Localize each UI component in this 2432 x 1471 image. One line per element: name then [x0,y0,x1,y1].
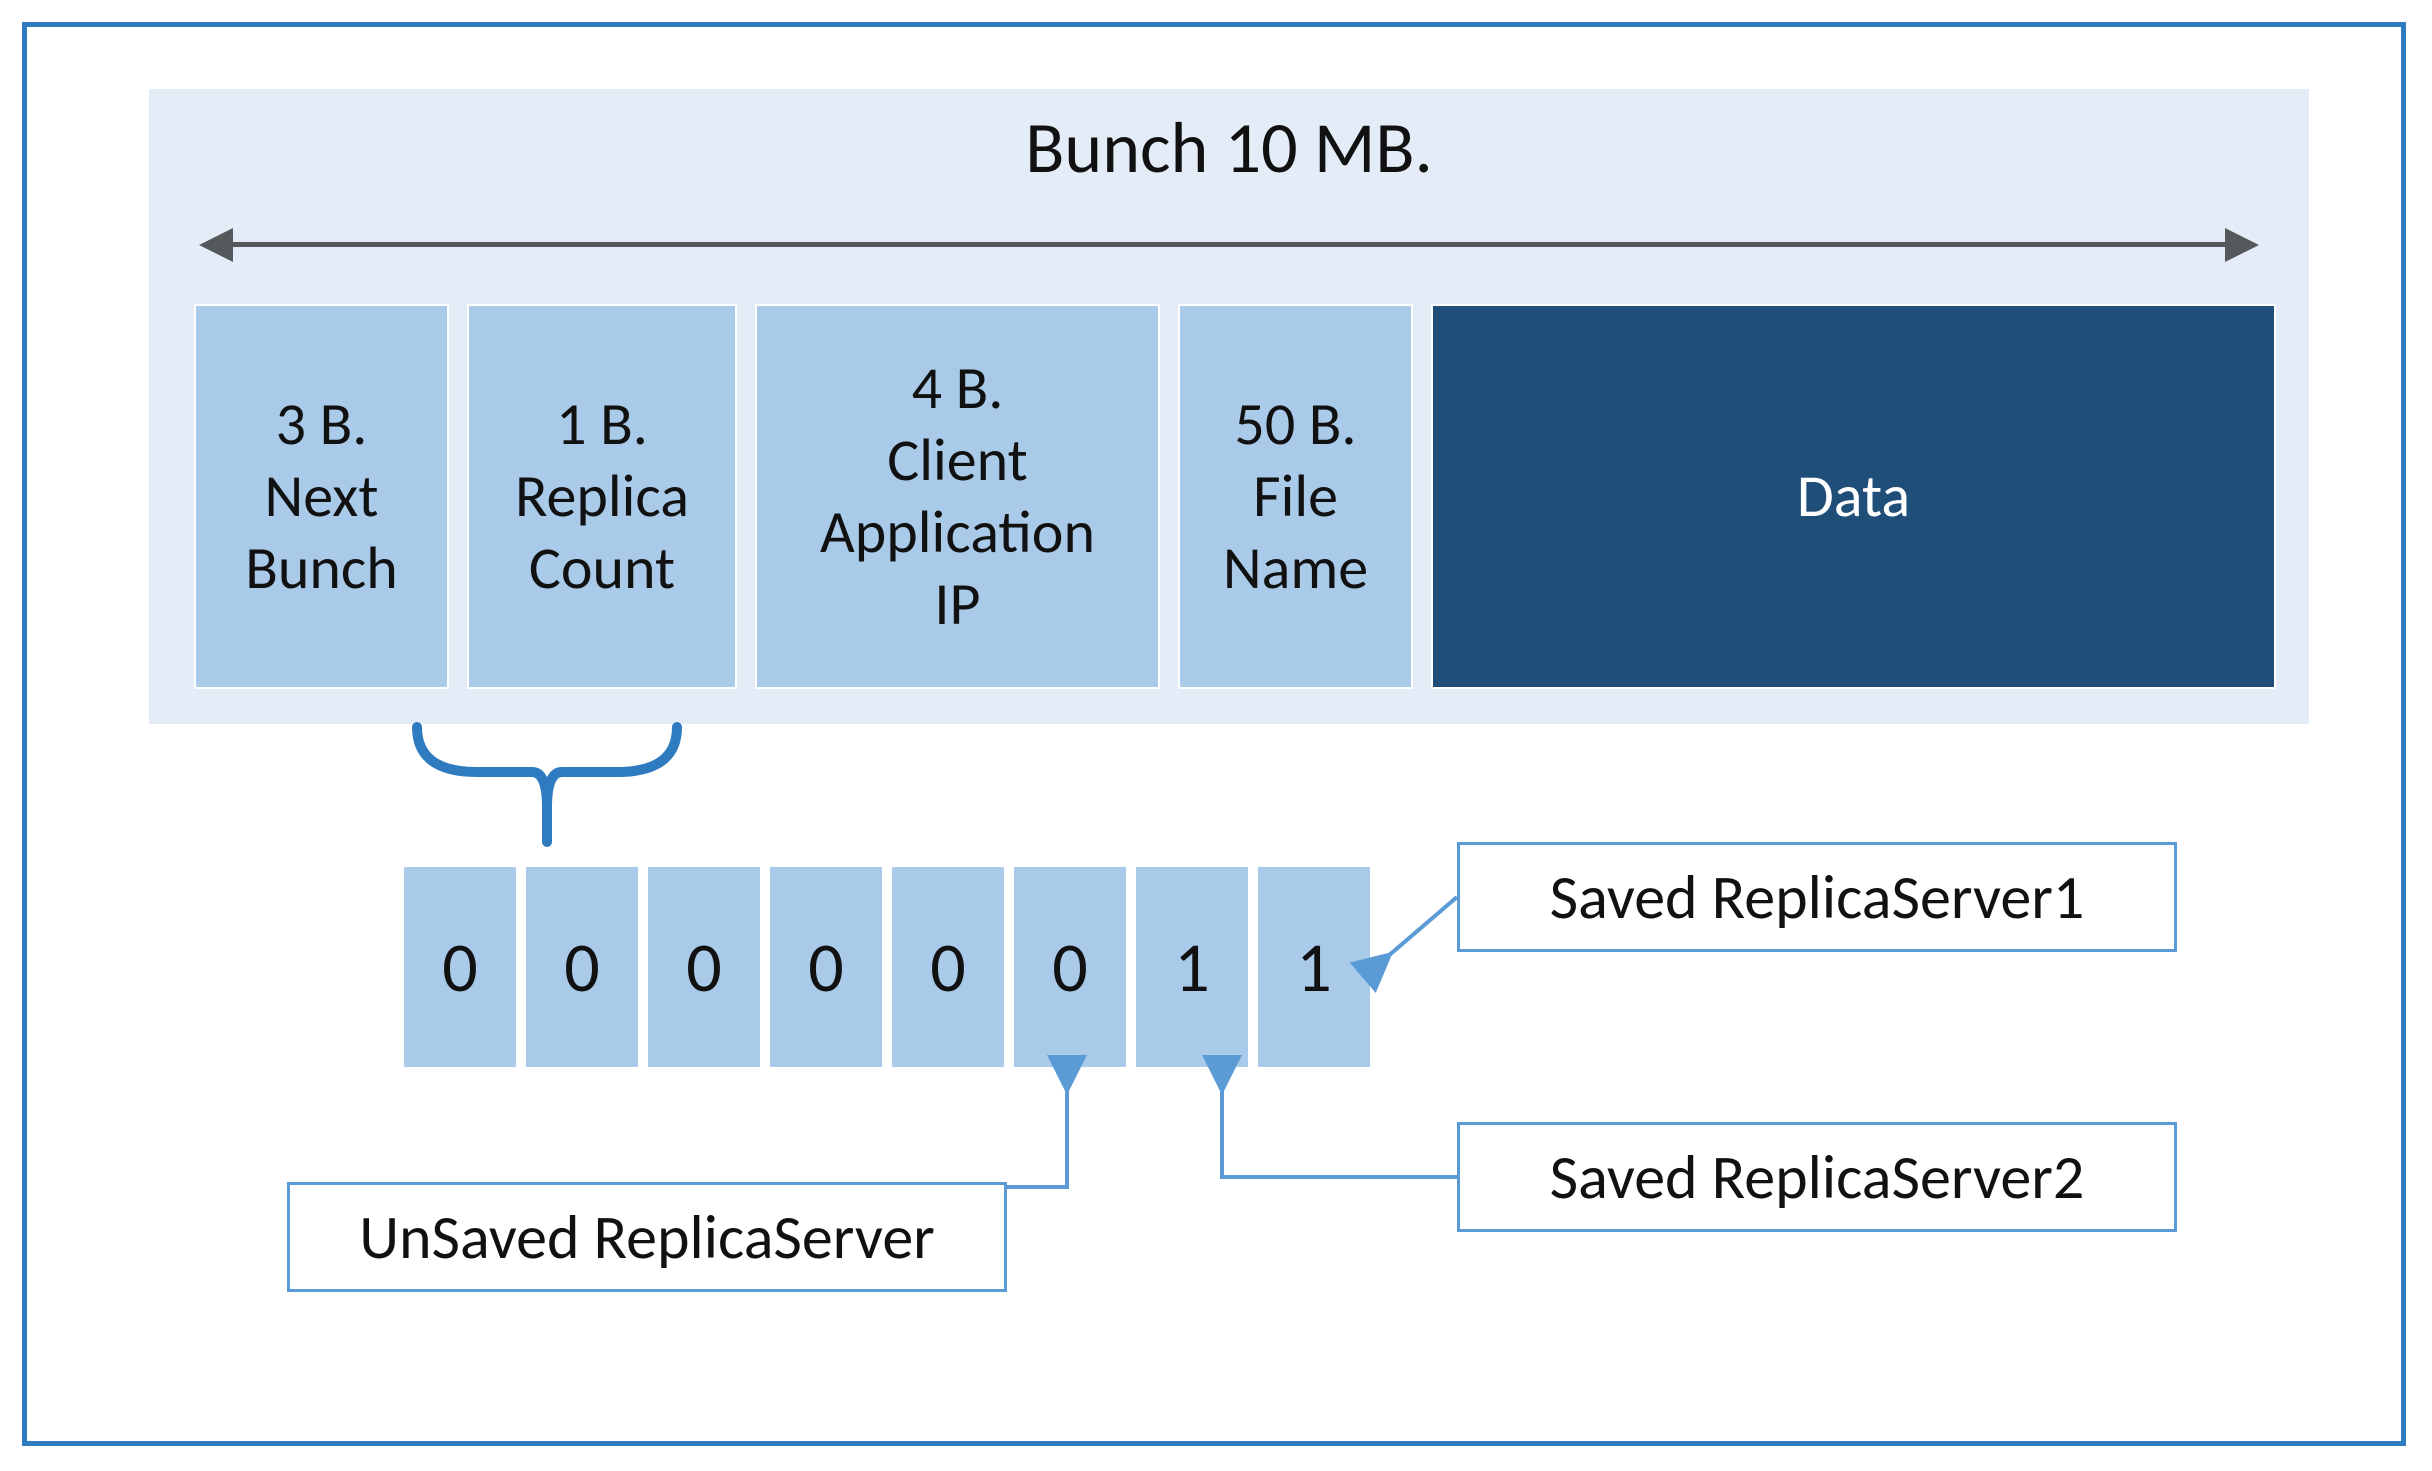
connector-saved2 [1167,1067,1467,1187]
field-next-bunch: 3 B.NextBunch [194,304,449,689]
connector-saved1 [1347,897,1467,977]
bit-5: 0 [646,865,762,1069]
brace-icon [407,717,687,847]
fields-row: 3 B.NextBunch 1 B.ReplicaCount 4 B.Clien… [194,304,2276,689]
field-data: Data [1431,304,2276,689]
bit-7: 0 [402,865,518,1069]
label-saved-replica-2: Saved ReplicaServer2 [1457,1122,2177,1232]
field-replica-count: 1 B.ReplicaCount [467,304,737,689]
width-double-arrow [199,224,2259,264]
arrow-line [227,242,2231,247]
bunch-panel: Bunch 10 MB. 3 B.NextBunch 1 B.ReplicaCo… [147,87,2311,726]
bit-2: 0 [1012,865,1128,1069]
label-unsaved-replica: UnSaved ReplicaServer [287,1182,1007,1292]
bit-1: 1 [1134,865,1250,1069]
bit-3: 0 [890,865,1006,1069]
arrow-right-icon [2225,228,2259,262]
field-file-name: 50 B.FileName [1178,304,1413,689]
bit-row: 0 0 0 0 0 0 1 1 [402,865,1372,1069]
label-saved-replica-1: Saved ReplicaServer1 [1457,842,2177,952]
bit-6: 0 [524,865,640,1069]
connector-unsaved [997,1067,1117,1197]
bunch-title: Bunch 10 MB. [149,104,2309,192]
outer-frame: Bunch 10 MB. 3 B.NextBunch 1 B.ReplicaCo… [22,22,2406,1446]
diagram-canvas: Bunch 10 MB. 3 B.NextBunch 1 B.ReplicaCo… [0,0,2432,1471]
field-client-ip: 4 B.ClientApplicationIP [755,304,1160,689]
bit-4: 0 [768,865,884,1069]
